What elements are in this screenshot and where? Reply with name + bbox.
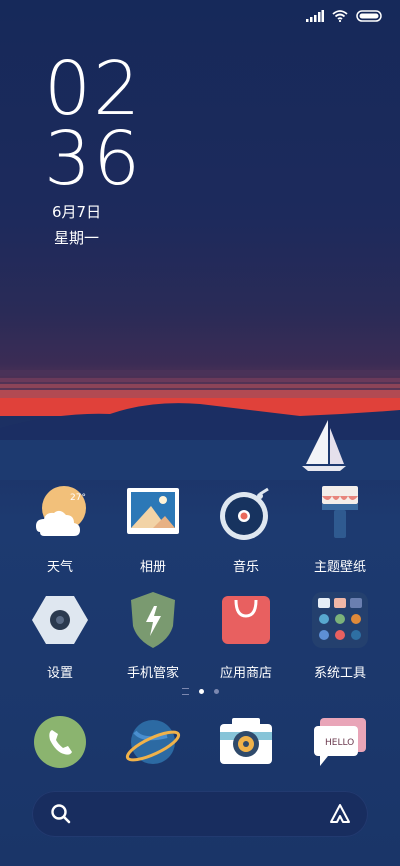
page-indicator-dot[interactable] <box>213 689 219 694</box>
folder-system-tools[interactable]: 系统工具 <box>294 590 386 681</box>
lockscreen-clock: 02 36 <box>44 46 143 202</box>
wifi-icon <box>332 10 348 22</box>
app-security[interactable]: 手机管家 <box>107 590 199 681</box>
dock-phone[interactable] <box>14 712 106 784</box>
camera-icon <box>220 718 272 764</box>
svg-text:HELLO: HELLO <box>325 738 354 748</box>
app-label: 应用商店 <box>219 666 272 681</box>
app-label: 设置 <box>46 666 73 681</box>
clock-weekday: 星期一 <box>54 229 100 247</box>
clock-minute: 36 <box>44 116 143 202</box>
app-label: 系统工具 <box>313 666 366 681</box>
svg-text:27°: 27° <box>70 493 86 503</box>
security-icon <box>131 592 175 648</box>
search-icon[interactable] <box>50 803 72 825</box>
dock-browser[interactable] <box>107 712 199 784</box>
page-indicator <box>0 688 400 695</box>
assistant-icon[interactable] <box>328 802 352 826</box>
app-label: 手机管家 <box>126 666 179 681</box>
browser-icon <box>125 720 181 764</box>
app-label: 音乐 <box>232 560 259 575</box>
app-gallery[interactable]: 相册 <box>107 484 199 575</box>
app-store[interactable]: 应用商店 <box>200 590 292 681</box>
sailboat-illustration <box>302 420 346 471</box>
app-label: 相册 <box>139 560 166 575</box>
page-indicator-list[interactable] <box>181 688 189 695</box>
weather-icon: 27° <box>36 486 86 536</box>
settings-icon <box>32 596 88 644</box>
app-weather[interactable]: 27° 天气 <box>14 484 106 575</box>
home-screen: { "status_bar": {"icons": ["signal-icon"… <box>0 0 400 866</box>
clock-hour: 02 <box>44 46 143 132</box>
search-bar[interactable] <box>32 791 368 837</box>
app-label: 主题壁纸 <box>313 560 366 575</box>
app-label: 天气 <box>46 560 73 575</box>
page-indicator-dot-active[interactable] <box>198 689 204 694</box>
dock-messages[interactable]: HELLO <box>294 712 386 784</box>
messages-icon: HELLO <box>314 718 366 766</box>
phone-icon <box>34 716 86 768</box>
gallery-icon <box>127 488 179 534</box>
themes-icon <box>322 486 358 538</box>
status-bar <box>306 10 384 22</box>
clock-date: 6月7日 <box>52 203 102 221</box>
signal-icon <box>306 10 324 22</box>
app-themes[interactable]: 主题壁纸 <box>294 484 386 575</box>
tools-folder-icon <box>312 592 368 648</box>
battery-icon <box>356 10 382 22</box>
music-icon <box>220 487 269 540</box>
app-music[interactable]: 音乐 <box>200 484 292 575</box>
app-settings[interactable]: 设置 <box>14 590 106 681</box>
app-store-icon <box>222 596 270 644</box>
dock-camera[interactable] <box>200 712 292 784</box>
